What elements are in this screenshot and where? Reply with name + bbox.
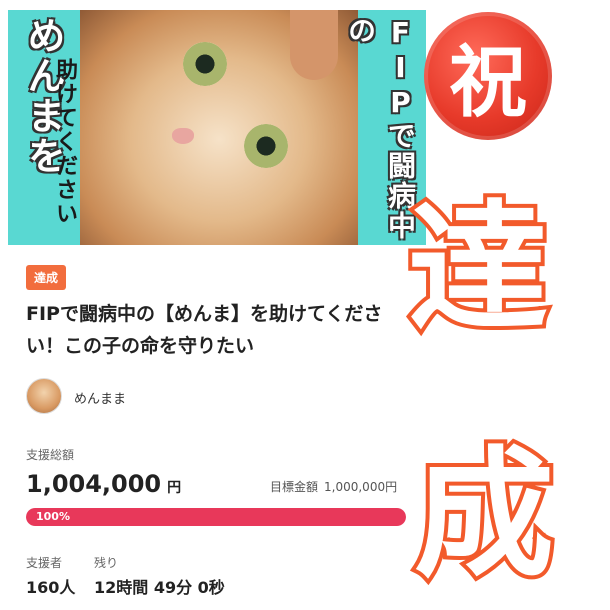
goal-amount: 目標金額 1,000,000円 (270, 478, 397, 495)
celebration-badge: 祝 (424, 12, 552, 140)
cat-paw (290, 10, 338, 80)
goal-label: 目標金額 (270, 480, 319, 494)
owner-avatar[interactable] (26, 378, 62, 414)
cat-nose (172, 128, 194, 144)
remaining-time: 12時間 49分 0秒 (94, 578, 225, 597)
total-label: 支援総額 (26, 448, 75, 462)
total-amount-value: 1,004,000 (26, 470, 162, 498)
owner-name[interactable]: めんまま (74, 388, 126, 407)
hero-subtitle-vertical: 助けてください (52, 58, 77, 226)
cat-left-eye (183, 42, 227, 86)
hero-image[interactable]: めんまを 助けてください FIPで闘病中の (8, 10, 426, 245)
currency-unit: 円 (167, 480, 182, 496)
status-badge: 達成 (26, 265, 67, 290)
cat-right-eye (244, 124, 288, 168)
progress-bar: 100% (26, 508, 406, 526)
overlay-char-sei: 成 (410, 434, 558, 597)
goal-value: 1,000,000円 (324, 480, 398, 494)
progress-percent: 100% (36, 510, 70, 523)
supporters-count: 160人 (26, 578, 76, 597)
supporters-label: 支援者 (26, 556, 63, 570)
overlay-char-tatsu: 達 (404, 188, 552, 351)
progress-bar-fill (26, 508, 406, 526)
project-title[interactable]: FIPで闘病中の【めんま】を助けてください！この子の命を守りたい (26, 298, 406, 362)
total-amount: 1,004,000 円 (26, 470, 181, 498)
remaining-label: 残り (94, 556, 119, 570)
cat-photo (80, 10, 358, 245)
